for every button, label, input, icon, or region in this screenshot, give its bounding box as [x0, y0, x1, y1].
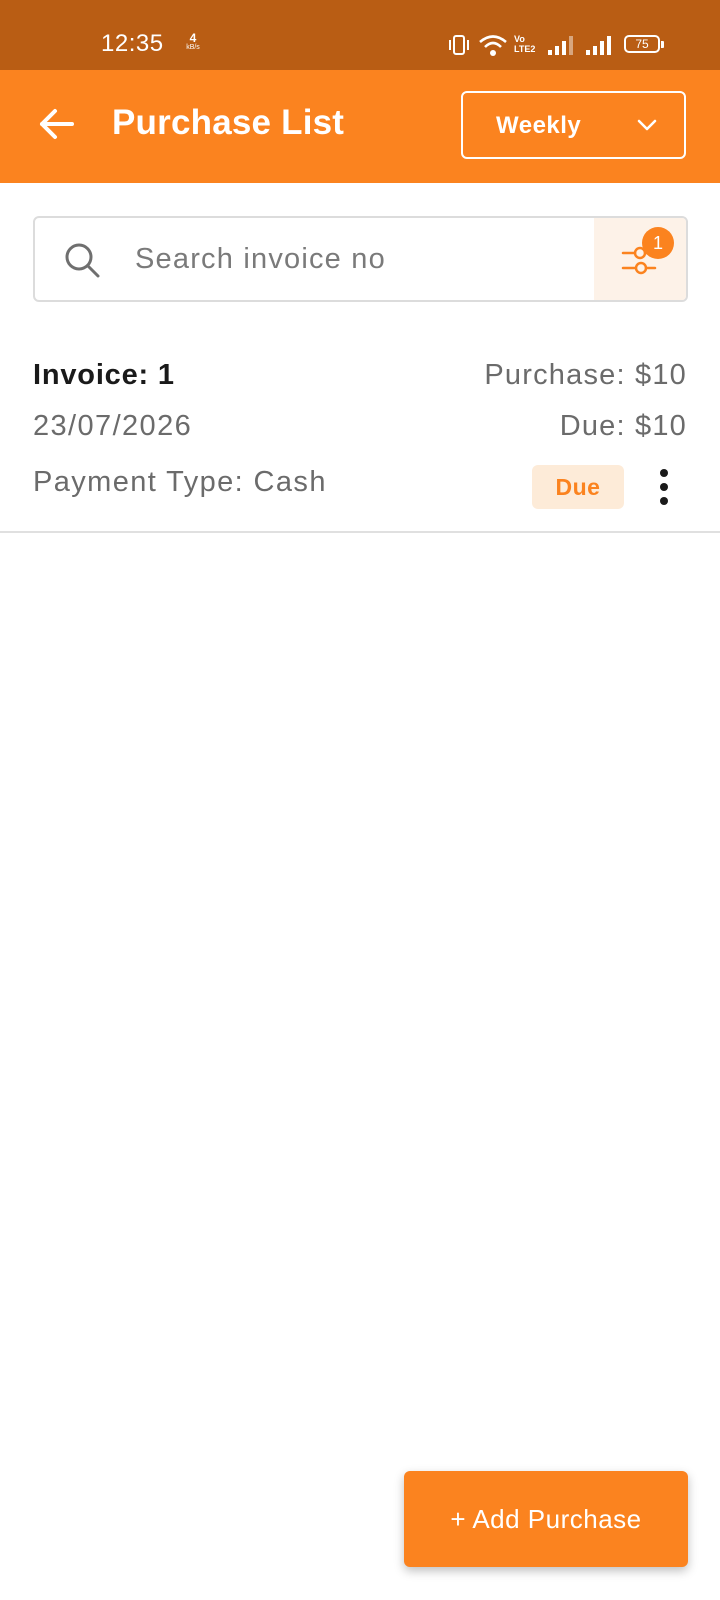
filter-count-badge: 1: [642, 227, 674, 259]
invoice-purchase-amount: Purchase: $10: [484, 359, 687, 391]
battery-icon: 75: [624, 35, 660, 53]
battery-level: 75: [635, 37, 649, 51]
network-speed: 4 kB/s: [182, 31, 204, 52]
filter-button[interactable]: 1: [594, 218, 686, 300]
invoice-title: Invoice: 1: [33, 359, 175, 391]
network-speed-value: 4: [189, 31, 197, 45]
volte-icon: Vo LTE2: [514, 34, 535, 54]
page-title: Purchase List: [112, 103, 345, 142]
add-purchase-button[interactable]: + Add Purchase: [404, 1471, 688, 1567]
volte-label-bottom: LTE2: [514, 44, 536, 54]
search-bar: 1: [33, 216, 688, 302]
signal-icon-sim2: [586, 36, 611, 55]
status-time: 12:35: [101, 30, 164, 57]
battery-tip: [661, 41, 664, 48]
period-select[interactable]: Weekly: [461, 91, 686, 159]
search-input[interactable]: [135, 232, 595, 286]
invoice-payment-type: Payment Type: Cash: [33, 466, 327, 498]
status-bar: 12:35 4 kB/s Vo LTE2 75: [0, 0, 720, 70]
wifi-icon: [479, 35, 507, 56]
network-speed-unit: kB/s: [186, 44, 200, 51]
volte-label-top: Vo: [514, 34, 525, 44]
back-button[interactable]: [30, 98, 84, 152]
app-bar: Purchase List Weekly: [0, 70, 720, 183]
signal-icon-sim1: [548, 36, 573, 55]
status-badge: Due: [532, 465, 624, 509]
more-vertical-icon: [660, 469, 668, 505]
search-icon: [65, 243, 100, 278]
more-options-button[interactable]: [650, 465, 678, 509]
vibrate-icon: [449, 35, 469, 55]
invoice-list-item[interactable]: Invoice: 1 23/07/2026 Payment Type: Cash…: [0, 335, 720, 533]
chevron-down-icon: [637, 119, 657, 131]
invoice-date: 23/07/2026: [33, 410, 193, 442]
period-select-value: Weekly: [496, 112, 582, 139]
arrow-left-icon: [40, 109, 74, 139]
invoice-due-amount: Due: $10: [559, 410, 687, 442]
